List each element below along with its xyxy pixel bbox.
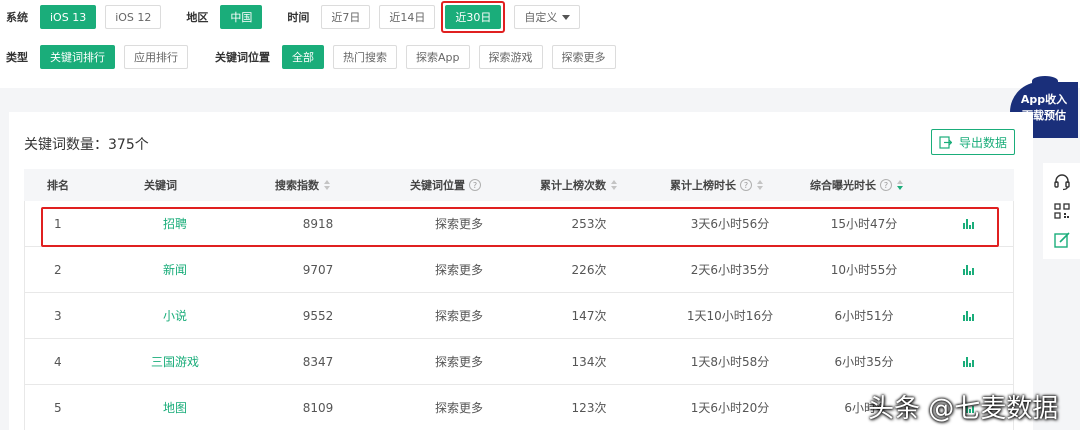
position-explore-game-button[interactable]: 探索游戏 (478, 45, 543, 69)
bar-chart-icon[interactable] (963, 247, 974, 292)
keyword-link[interactable]: 三国游戏 (95, 339, 255, 384)
exposure-cell: 6小时51分 (834, 309, 894, 323)
time-14d-button[interactable]: 近14日 (379, 5, 436, 29)
time-custom-dropdown[interactable]: 自定义 (514, 5, 581, 29)
times-cell: 226次 (571, 263, 607, 277)
table-row: 2 新闻 9707 探索更多 226次 2天6小时35分 10小时55分 (24, 247, 1014, 293)
header-rank: 排名 (47, 179, 69, 192)
table-row: 4 三国游戏 8347 探索更多 134次 1天8小时58分 6小时35分 (24, 339, 1014, 385)
sort-icon[interactable] (611, 180, 617, 190)
table-row: 5 地图 8109 探索更多 123次 1天6小时20分 6小时4 (24, 385, 1014, 430)
export-label: 导出数据 (958, 135, 1007, 150)
time-label: 时间 (287, 11, 310, 24)
position-all-button[interactable]: 全部 (282, 45, 324, 69)
keyword-link[interactable]: 新闻 (95, 247, 255, 292)
region-label: 地区 (186, 11, 209, 24)
help-icon[interactable]: ? (740, 179, 752, 191)
region-china-button[interactable]: 中国 (220, 5, 263, 29)
header-keyword-position: 关键词位置? (410, 169, 481, 201)
sort-icon[interactable] (897, 180, 903, 190)
table-row: 1 招聘 8918 探索更多 253次 3天6小时56分 15小时47分 (24, 201, 1014, 247)
header-exposure-duration[interactable]: 综合曝光时长? (810, 169, 903, 201)
position-label: 关键词位置 (215, 51, 270, 64)
header-total-times[interactable]: 累计上榜次数 (540, 169, 617, 201)
filter-row-2: 类型 关键词排行 应用排行 关键词位置 全部 热门搜索 探索App 探索游戏 探… (6, 45, 625, 69)
search-index-cell: 8918 (302, 216, 334, 231)
exposure-cell: 15小时47分 (830, 217, 898, 231)
rank-cell: 2 (54, 262, 62, 277)
help-icon[interactable]: ? (880, 179, 892, 191)
qrcode-icon[interactable] (1053, 202, 1071, 220)
keyword-rank-card: 关键词数量：375个 导出数据 排名 关键词 搜索指数 关键词位置? 累计上榜次… (9, 112, 1033, 430)
table-row: 3 小说 9552 探索更多 147次 1天10小时16分 6小时51分 (24, 293, 1014, 339)
rank-cell: 5 (54, 400, 62, 415)
search-index-cell: 8109 (302, 400, 334, 415)
caret-down-icon (562, 14, 571, 20)
bar-chart-icon[interactable] (963, 339, 974, 384)
keyword-link[interactable]: 小说 (95, 293, 255, 338)
promo-line-1: App收入 (1020, 93, 1068, 106)
header-search-index[interactable]: 搜索指数 (275, 169, 330, 201)
bar-chart-icon[interactable] (963, 201, 974, 246)
times-cell: 253次 (571, 217, 607, 231)
exposure-cell: 10小时55分 (830, 263, 898, 277)
filter-row-1: 系统 iOS 13 iOS 12 地区 中国 时间 近7日 近14日 近30日 … (6, 1, 589, 33)
exposure-cell: 6小时35分 (834, 355, 894, 369)
system-label: 系统 (6, 11, 28, 24)
times-cell: 123次 (571, 401, 607, 415)
bar-chart-icon[interactable] (963, 293, 974, 338)
keyword-link[interactable]: 地图 (95, 385, 255, 430)
side-toolbar (1043, 163, 1080, 259)
rank-cell: 3 (54, 308, 62, 323)
type-app-rank-button[interactable]: 应用排行 (124, 45, 188, 69)
header-keyword: 关键词 (144, 179, 177, 192)
export-data-button[interactable]: 导出数据 (931, 129, 1015, 155)
headset-icon[interactable] (1053, 173, 1071, 191)
sort-icon[interactable] (324, 180, 330, 190)
search-index-cell: 8347 (302, 354, 334, 369)
rank-cell: 1 (54, 216, 62, 231)
help-icon[interactable]: ? (469, 179, 481, 191)
position-hot-search-button[interactable]: 热门搜索 (333, 45, 397, 69)
type-label: 类型 (6, 51, 28, 64)
keyword-link[interactable]: 招聘 (95, 201, 255, 246)
search-index-cell: 9707 (302, 262, 334, 277)
time-7d-button[interactable]: 近7日 (321, 5, 371, 29)
position-explore-app-button[interactable]: 探索App (406, 45, 470, 69)
times-cell: 134次 (571, 355, 607, 369)
keyword-count: 关键词数量：375个 (24, 137, 149, 153)
system-ios12-button[interactable]: iOS 12 (105, 5, 162, 29)
promo-hat-decoration (1032, 76, 1058, 86)
type-keyword-rank-button[interactable]: 关键词排行 (40, 45, 115, 69)
watermark: 头条 @七麦数据 (868, 394, 1059, 424)
filter-panel: 系统 iOS 13 iOS 12 地区 中国 时间 近7日 近14日 近30日 … (0, 0, 1080, 88)
position-explore-more-button[interactable]: 探索更多 (551, 45, 616, 69)
sort-icon[interactable] (757, 180, 763, 190)
system-ios13-button[interactable]: iOS 13 (40, 5, 97, 29)
times-cell: 147次 (571, 309, 607, 323)
header-total-duration[interactable]: 累计上榜时长? (670, 169, 763, 201)
time-30d-button[interactable]: 近30日 (445, 5, 502, 29)
time-30d-highlight: 近30日 (441, 1, 506, 33)
export-icon (939, 135, 952, 149)
search-index-cell: 9552 (302, 308, 334, 323)
time-custom-label: 自定义 (524, 11, 558, 24)
table-header: 排名 关键词 搜索指数 关键词位置? 累计上榜次数 累计上榜时长? 综合曝光时长… (24, 169, 1014, 201)
edit-icon[interactable] (1053, 231, 1071, 249)
rank-cell: 4 (54, 354, 62, 369)
